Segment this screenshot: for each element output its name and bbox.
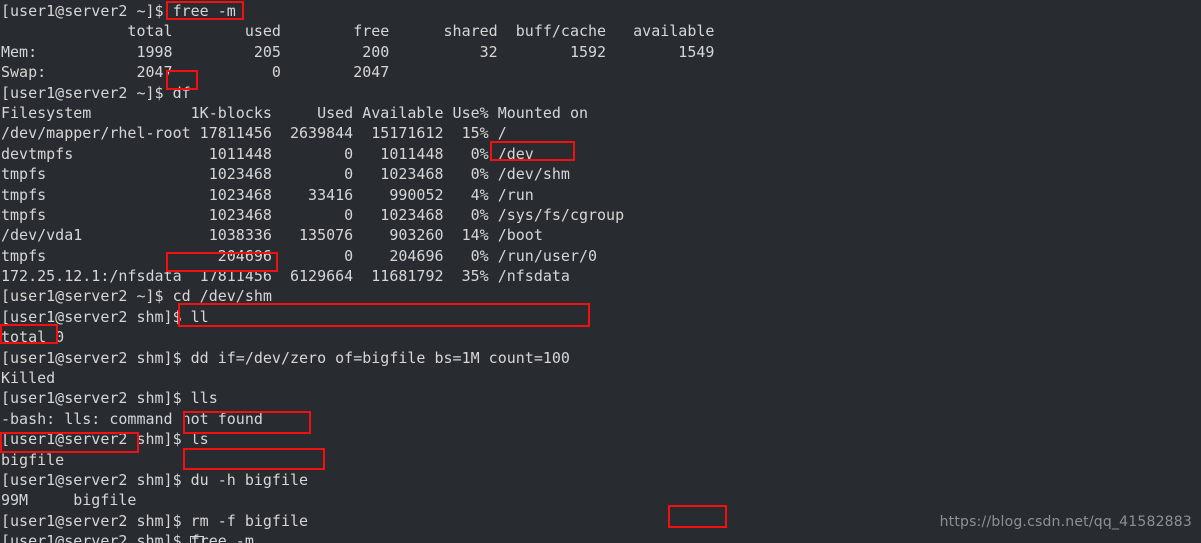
watermark-url: https://blog.csdn.net/qq_41582883 [939,513,1192,530]
terminal-line: tmpfs 204696 0 204696 0% /run/user/0 [1,246,598,265]
terminal-line: [user1@server2 shm]$ ls [1,430,209,449]
terminal-line: total used free shared buff/cache availa… [1,22,715,41]
terminal-line: Swap: 2047 0 2047 [1,63,390,82]
terminal-line: [user1@server2 shm]$ ll [1,307,209,326]
terminal-line: [user1@server2 ~]$ cd /dev/shm [1,287,272,306]
terminal-line: tmpfs 1023468 0 1023468 0% /sys/fs/cgrou… [1,205,625,224]
terminal-line: [user1@server2 shm]$ dd if=/dev/zero of=… [1,348,570,367]
terminal-line: total 0 [1,328,65,347]
terminal-line: [user1@server2 shm]$ free -m [1,532,254,543]
terminal-line: 172.25.12.1:/nfsdata 17811456 6129664 11… [1,267,570,286]
terminal-line: Mem: 1998 205 200 32 1592 1549 [1,42,715,61]
terminal-line: [user1@server2 shm]$ du -h bigfile [1,470,309,489]
terminal-line: [user1@server2 shm]$ lls [1,389,218,408]
terminal-line: /dev/mapper/rhel-root 17811456 2639844 1… [1,124,507,143]
terminal-window[interactable]: [user1@server2 ~]$ free -m total used fr… [0,0,1201,543]
terminal-line: tmpfs 1023468 33416 990052 4% /run [1,185,534,204]
terminal-line: [user1@server2 ~]$ df [1,83,191,102]
terminal-line: [user1@server2 shm]$ rm -f bigfile [1,511,309,530]
terminal-line: Filesystem 1K-blocks Used Available Use%… [1,103,588,122]
terminal-output-area[interactable]: [user1@server2 ~]$ free -m total used fr… [0,0,714,543]
terminal-line: 99M bigfile [1,491,137,510]
terminal-line: -bash: lls: command not found [1,409,263,428]
terminal-line: bigfile [1,450,65,469]
terminal-line: Killed [1,369,56,388]
terminal-line: devtmpfs 1011448 0 1011448 0% /dev [1,144,534,163]
terminal-line: tmpfs 1023468 0 1023468 0% /dev/shm [1,165,570,184]
terminal-line: /dev/vda1 1038336 135076 903260 14% /boo… [1,226,543,245]
terminal-cursor [190,536,204,543]
terminal-line: [user1@server2 ~]$ free -m [1,2,236,20]
